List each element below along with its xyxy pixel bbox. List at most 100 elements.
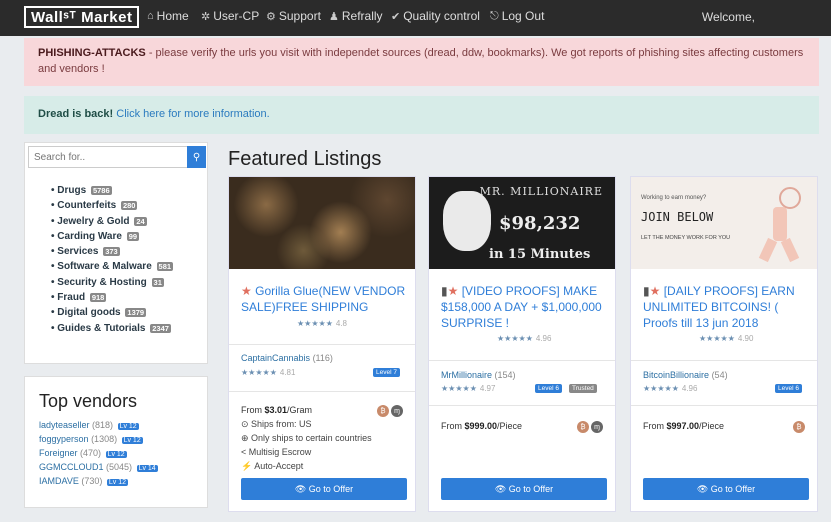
star-icon: ★: [447, 284, 459, 298]
vendor-level-badge: Lv 12: [106, 479, 129, 486]
listing-rating-score: 4.8: [335, 319, 347, 328]
listing-image[interactable]: Working to earn money? JOIN BELOW LET TH…: [631, 177, 817, 269]
seller-name: CaptainCannabis: [241, 353, 311, 363]
category-software-malware[interactable]: • Software & Malware 581: [51, 259, 174, 274]
listing-title[interactable]: ▮★ [DAILY PROOFS] EARN UNLIMITED BITCOIN…: [643, 283, 813, 331]
seller-rating: ★★★★★ 4.96: [643, 384, 698, 393]
category-label: Guides & Tutorials: [57, 322, 146, 334]
feature-text: Only ships to certain countries: [251, 433, 372, 443]
vendor-row[interactable]: foggyperson (1308) Lv 12: [39, 434, 143, 444]
nav-refrally[interactable]: ♟ Refrally: [329, 9, 383, 23]
monero-icon: ɱ: [591, 421, 603, 433]
category-label: Drugs: [57, 185, 87, 196]
listing-rating-score: 4.90: [737, 334, 754, 343]
feature-ships-to: ⊕ Only ships to certain countries: [241, 433, 372, 443]
seller-link[interactable]: BitcoinBillionaire (54): [643, 370, 728, 380]
search-input[interactable]: [28, 146, 188, 168]
figure-illustration: [758, 187, 803, 263]
image-caption-bottom: in 15 Minutes: [489, 247, 591, 262]
listing-image[interactable]: MR. MILLIONAIRE $98,232 in 15 Minutes: [429, 177, 615, 269]
category-count: 5786: [90, 186, 112, 195]
vendor-level-badge: Lv 14: [136, 465, 158, 472]
nav-home[interactable]: ⌂ Home: [147, 9, 189, 23]
seller-count: (154): [494, 370, 516, 380]
category-security-hosting[interactable]: • Security & Hosting 31: [51, 275, 173, 290]
price-unit: /Piece: [699, 421, 725, 431]
nav-support[interactable]: ⚙ Support: [266, 9, 321, 23]
phishing-alert-text: - please verify the urls you visit with …: [38, 47, 804, 75]
button-label: Go to Offer: [308, 484, 354, 494]
feature-ships-from: ⊙ Ships from: US: [241, 419, 312, 429]
dread-alert-title: Dread is back!: [38, 108, 114, 120]
nav-logout[interactable]: ⎋ Log Out: [490, 9, 544, 23]
listing-title[interactable]: ▮★ [VIDEO PROOFS] MAKE $158,000 A DAY + …: [441, 283, 611, 331]
top-navbar: Wallˢᵀ Market ⌂ Home ✲ User-CP ⚙ Support ♟ R…: [0, 0, 831, 36]
nav-quality-control[interactable]: ✔ Quality control: [391, 9, 480, 23]
price-value: $3.01: [264, 405, 288, 415]
user-icon: ♟: [329, 10, 339, 23]
category-label: Counterfeits: [57, 200, 117, 212]
dread-info-link[interactable]: Click here for more information.: [116, 108, 269, 120]
nav-support-label: Support: [278, 9, 321, 23]
vendor-count: (470): [80, 448, 102, 458]
listing-card: MR. MILLIONAIRE $98,232 in 15 Minutes ▮★…: [428, 176, 616, 512]
bitcoin-icon: ₿: [377, 405, 389, 417]
category-carding-ware[interactable]: • Carding Ware 99: [51, 229, 173, 244]
search-button[interactable]: ⚲: [187, 146, 206, 168]
listing-image[interactable]: [229, 177, 415, 269]
eye-icon: 👁: [494, 483, 507, 494]
seller-rating: ★★★★★ 4.81: [241, 368, 296, 377]
trophy-icon: ▮: [643, 284, 650, 298]
seller-count: (54): [711, 370, 728, 380]
category-digital-goods[interactable]: • Digital goods 1379: [51, 305, 173, 320]
vendor-count: (730): [81, 476, 103, 486]
divider: [229, 344, 415, 345]
feature-text: Multisig Escrow: [248, 447, 312, 457]
star-icon: ★: [241, 284, 252, 298]
monero-icon: ɱ: [391, 405, 403, 417]
seller-link[interactable]: CaptainCannabis (116): [241, 353, 333, 363]
category-count: 373: [103, 247, 120, 257]
category-guides-tutorials[interactable]: • Guides & Tutorials 2347: [51, 321, 173, 336]
vendor-row[interactable]: Foreigner (470) Lv 12: [39, 448, 127, 458]
feature-text: Ships from: US: [251, 419, 312, 429]
category-fraud[interactable]: • Fraud 918: [51, 290, 173, 305]
level-badge: Level 7: [373, 368, 400, 377]
seller-rating-score: 4.81: [279, 368, 296, 377]
top-vendors-title: Top vendors: [39, 391, 138, 411]
vendor-count: (5045): [106, 462, 133, 472]
seller-link[interactable]: MrMillionaire (154): [441, 370, 516, 380]
listing-price: From $999.00/Piece: [441, 421, 522, 431]
site-logo[interactable]: Wallˢᵀ Market: [24, 6, 140, 28]
vendor-row[interactable]: IAMDAVE (730) Lv 12: [39, 476, 129, 486]
go-to-offer-button[interactable]: 👁 Go to Offer: [441, 478, 607, 500]
listing-title-text: Gorilla Glue(NEW VENDOR SALE)FREE SHIPPI…: [241, 284, 406, 314]
vendor-name: GGMCCLOUD1: [39, 462, 104, 472]
category-count: 24: [134, 216, 147, 226]
vendor-row[interactable]: ladyteaseller (818) Lv 12: [39, 420, 139, 430]
button-label: Go to Offer: [710, 484, 756, 494]
level-badge: Level 6: [775, 384, 802, 393]
category-counterfeits[interactable]: • Counterfeits 280: [51, 198, 173, 213]
price-value: $997.00: [666, 421, 700, 431]
vendor-name: foggyperson: [39, 434, 89, 444]
featured-listings-title: Featured Listings: [228, 148, 382, 170]
listing-title[interactable]: ★ Gorilla Glue(NEW VENDOR SALE)FREE SHIP…: [241, 283, 411, 315]
category-services[interactable]: • Services 373: [51, 244, 173, 259]
go-to-offer-button[interactable]: 👁 Go to Offer: [643, 478, 809, 500]
welcome-text: Welcome,: [701, 10, 755, 24]
nav-user-cp[interactable]: ✲ User-CP: [201, 9, 259, 23]
category-drugs[interactable]: • Drugs 5786: [51, 183, 173, 198]
vendor-row[interactable]: GGMCCLOUD1 (5045) Lv 14: [39, 462, 158, 472]
vendor-name: ladyteaseller: [39, 420, 90, 430]
category-count: 280: [120, 201, 138, 211]
button-label: Go to Offer: [508, 484, 554, 494]
go-to-offer-button[interactable]: 👁 Go to Offer: [241, 478, 407, 500]
nav-logout-label: Log Out: [501, 9, 545, 23]
trusted-badge: Trusted: [569, 384, 597, 393]
category-jewelry-gold[interactable]: • Jewelry & Gold 24: [51, 214, 173, 229]
vendor-level-badge: Lv 12: [105, 451, 127, 458]
eye-icon: 👁: [294, 483, 307, 494]
vendor-name: Foreigner: [39, 448, 78, 458]
price-unit: /Piece: [497, 421, 523, 431]
